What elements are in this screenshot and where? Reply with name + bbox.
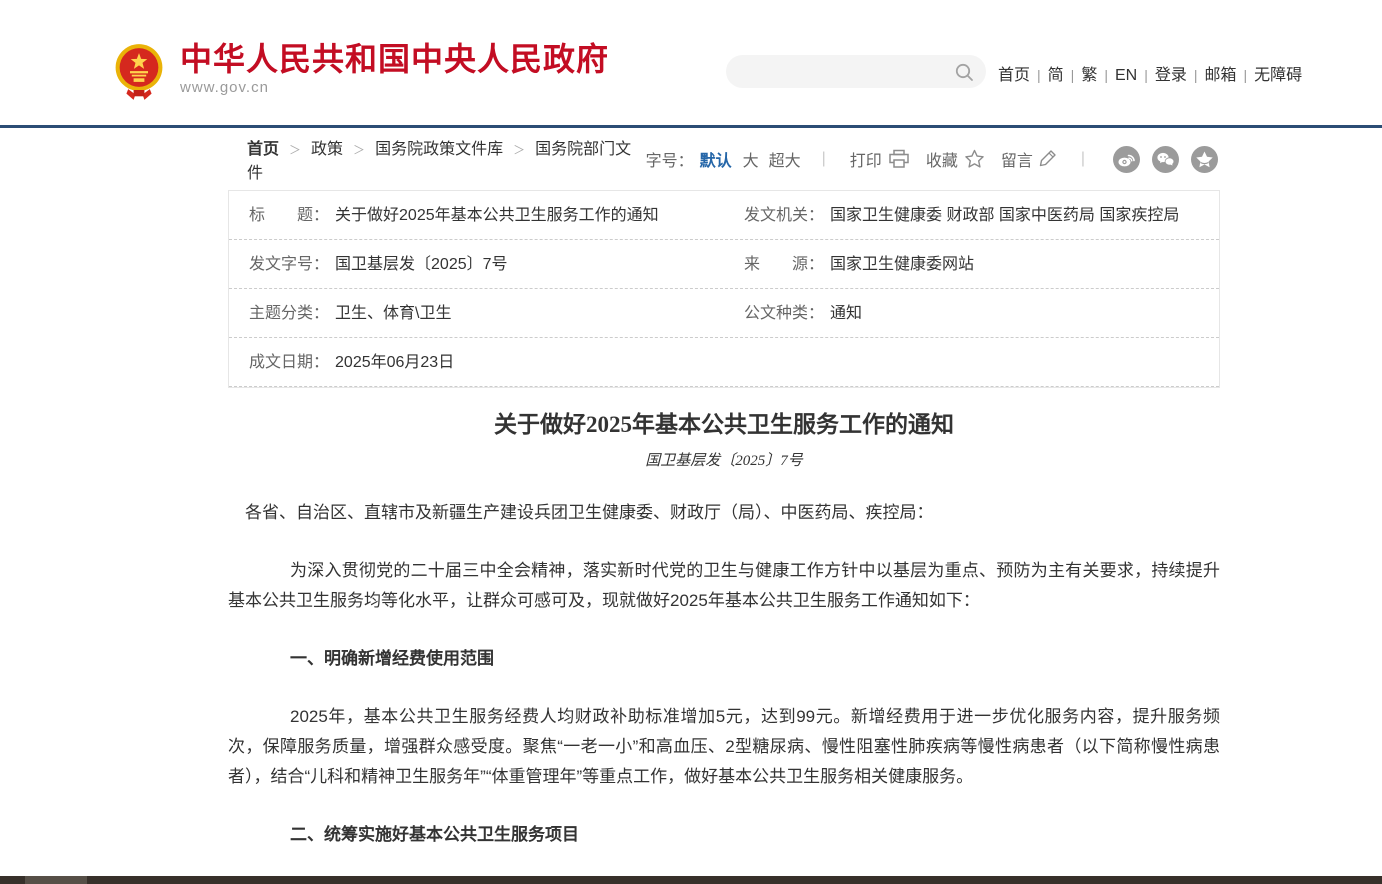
font-size-xlarge-button[interactable]: 超大 xyxy=(769,147,801,171)
meta-empty-cell xyxy=(724,338,1219,386)
breadcrumb-separator-icon: ＞ xyxy=(353,143,365,157)
meta-source-label: 来 源： xyxy=(744,240,824,288)
nav-english[interactable]: EN xyxy=(1115,67,1137,84)
article-section-heading-2: 二、统筹实施好基本公共卫生服务项目 xyxy=(228,820,1220,850)
font-size-large-button[interactable]: 大 xyxy=(743,147,759,171)
site-logo[interactable]: 中华人民共和国中央人民政府 www.gov.cn xyxy=(112,42,609,102)
meta-number: 发文字号： 国卫基层发〔2025〕7号 xyxy=(229,240,724,288)
search-box[interactable] xyxy=(726,55,986,88)
nav-accessibility[interactable]: 无障碍 xyxy=(1254,67,1302,84)
nav-separator: | xyxy=(1244,67,1248,83)
meta-date-label: 成文日期： xyxy=(249,338,329,386)
site-title: 中华人民共和国中央人民政府 xyxy=(180,42,609,76)
nav-traditional[interactable]: 繁 xyxy=(1081,67,1097,84)
doc-meta-table: 标 题： 关于做好2025年基本公共卫生服务工作的通知 发文机关： 国家卫生健康… xyxy=(228,190,1220,388)
favorite-button[interactable]: 收藏 xyxy=(926,147,985,171)
nav-simplified[interactable]: 简 xyxy=(1048,67,1064,84)
breadcrumb-separator-icon: ＞ xyxy=(513,143,525,157)
print-button[interactable]: 打印 xyxy=(850,147,910,171)
search-icon[interactable] xyxy=(954,62,974,82)
pencil-icon xyxy=(1039,149,1057,169)
meta-source: 来 源： 国家卫生健康委网站 xyxy=(724,240,1219,288)
meta-row: 成文日期： 2025年06月23日 xyxy=(229,338,1219,387)
meta-title: 标 题： 关于做好2025年基本公共卫生服务工作的通知 xyxy=(229,191,724,239)
article-doc-number: 国卫基层发〔2025〕7号 xyxy=(228,449,1220,470)
scrollbar-thumb[interactable] xyxy=(25,876,87,884)
meta-issuer: 发文机关： 国家卫生健康委 财政部 国家中医药局 国家疾控局 xyxy=(724,191,1219,239)
meta-date: 成文日期： 2025年06月23日 xyxy=(229,338,724,386)
breadcrumb-policy-library[interactable]: 国务院政策文件库 xyxy=(375,141,503,158)
article-body: 关于做好2025年基本公共卫生服务工作的通知 国卫基层发〔2025〕7号 各省、… xyxy=(228,410,1220,884)
meta-category: 主题分类： 卫生、体育\卫生 xyxy=(229,289,724,337)
article-title: 关于做好2025年基本公共卫生服务工作的通知 xyxy=(228,410,1220,440)
meta-category-label: 主题分类： xyxy=(249,289,329,337)
bottom-scrollbar xyxy=(0,876,1382,884)
site-url: www.gov.cn xyxy=(180,79,609,96)
font-size-label: 字号： xyxy=(646,147,694,171)
meta-row: 主题分类： 卫生、体育\卫生 公文种类： 通知 xyxy=(229,289,1219,338)
meta-date-value: 2025年06月23日 xyxy=(335,338,454,386)
main-content: 首页＞政策＞国务院政策文件库＞国务院部门文件 字号： 默认 大 超大 | 打印 … xyxy=(228,144,1220,884)
article-paragraph: 2025年，基本公共卫生服务经费人均财政补助标准增加5元，达到99元。新增经费用… xyxy=(228,702,1220,792)
meta-type-label: 公文种类： xyxy=(744,289,824,337)
favorite-label: 收藏 xyxy=(926,147,958,171)
breadcrumb-policy[interactable]: 政策 xyxy=(311,141,343,158)
nav-mail[interactable]: 邮箱 xyxy=(1205,67,1237,84)
font-size-default-button[interactable]: 默认 xyxy=(700,147,732,171)
meta-type-value: 通知 xyxy=(830,289,862,337)
meta-issuer-label: 发文机关： xyxy=(744,191,824,239)
meta-number-label: 发文字号： xyxy=(249,240,329,288)
printer-icon xyxy=(888,149,910,169)
nav-separator: | xyxy=(1144,67,1148,83)
meta-row: 发文字号： 国卫基层发〔2025〕7号 来 源： 国家卫生健康委网站 xyxy=(229,240,1219,289)
toolbar-divider: | xyxy=(1081,150,1085,168)
meta-category-value: 卫生、体育\卫生 xyxy=(335,289,451,337)
wechat-share-icon[interactable] xyxy=(1152,146,1179,173)
toolbar-divider: | xyxy=(822,150,826,168)
meta-source-value: 国家卫生健康委网站 xyxy=(830,240,974,288)
meta-title-value: 关于做好2025年基本公共卫生服务工作的通知 xyxy=(335,191,659,239)
nav-home[interactable]: 首页 xyxy=(998,67,1030,84)
meta-row: 标 题： 关于做好2025年基本公共卫生服务工作的通知 发文机关： 国家卫生健康… xyxy=(229,191,1219,240)
weibo-share-icon[interactable] xyxy=(1113,146,1140,173)
article-salutation: 各省、自治区、直辖市及新疆生产建设兵团卫生健康委、财政厅（局）、中医药局、疾控局… xyxy=(228,498,1220,528)
qzone-share-icon[interactable] xyxy=(1191,146,1218,173)
search-input[interactable] xyxy=(726,64,954,80)
share-buttons xyxy=(1101,146,1218,173)
meta-type: 公文种类： 通知 xyxy=(724,289,1219,337)
site-header: 中华人民共和国中央人民政府 www.gov.cn 首页 | 简 | 繁 | EN | 登录 | 邮箱… xyxy=(0,0,1382,128)
breadcrumb-home[interactable]: 首页 xyxy=(247,141,279,158)
comment-button[interactable]: 留言 xyxy=(1001,147,1057,171)
crumb-toolbar-row: 首页＞政策＞国务院政策文件库＞国务院部门文件 字号： 默认 大 超大 | 打印 … xyxy=(228,144,1220,174)
nav-separator: | xyxy=(1071,67,1075,83)
meta-issuer-value: 国家卫生健康委 财政部 国家中医药局 国家疾控局 xyxy=(830,191,1179,239)
meta-title-label: 标 题： xyxy=(249,191,329,239)
nav-separator: | xyxy=(1037,67,1041,83)
article-section-heading-1: 一、明确新增经费使用范围 xyxy=(228,644,1220,674)
breadcrumb: 首页＞政策＞国务院政策文件库＞国务院部门文件 xyxy=(247,135,646,183)
nav-separator: | xyxy=(1194,67,1198,83)
article-toolbar: 字号： 默认 大 超大 | 打印 收藏 留言 xyxy=(646,146,1218,173)
meta-number-value: 国卫基层发〔2025〕7号 xyxy=(335,240,508,288)
top-nav: 首页 | 简 | 繁 | EN | 登录 | 邮箱 | 无障碍 xyxy=(998,61,1302,85)
nav-separator: | xyxy=(1104,67,1108,83)
star-icon xyxy=(964,149,985,169)
national-emblem-icon xyxy=(112,42,166,102)
nav-login[interactable]: 登录 xyxy=(1155,67,1187,84)
comment-label: 留言 xyxy=(1001,147,1033,171)
print-label: 打印 xyxy=(850,147,882,171)
breadcrumb-separator-icon: ＞ xyxy=(289,143,301,157)
article-paragraph: 为深入贯彻党的二十届三中全会精神，落实新时代党的卫生与健康工作方针中以基层为重点… xyxy=(228,556,1220,616)
